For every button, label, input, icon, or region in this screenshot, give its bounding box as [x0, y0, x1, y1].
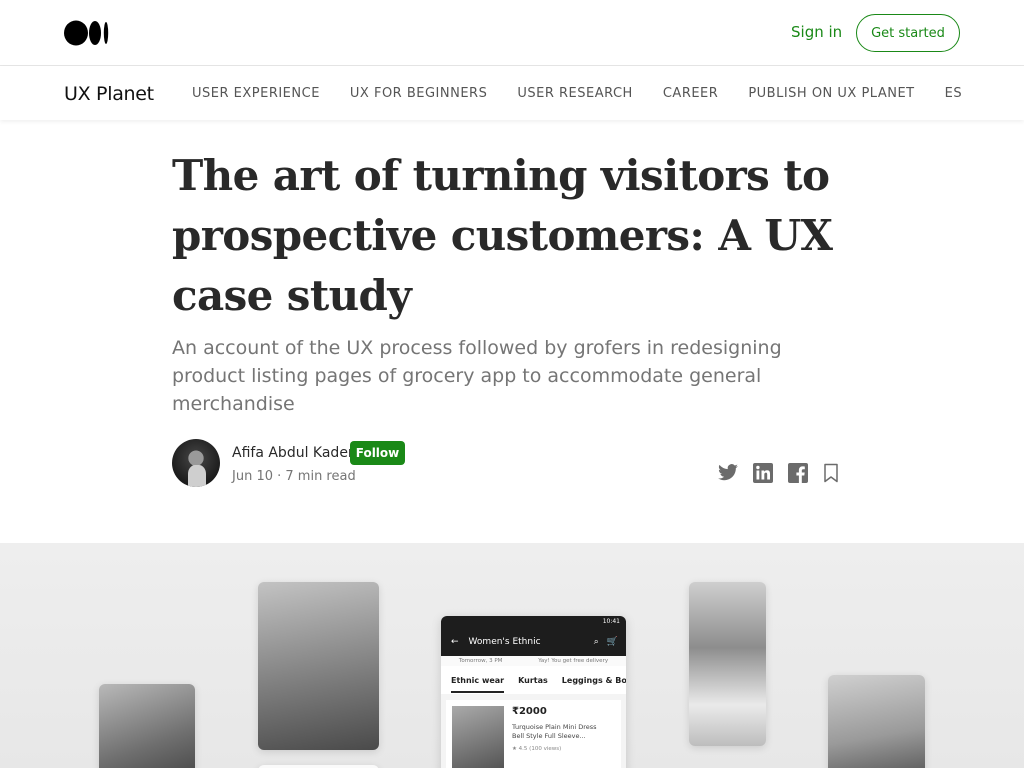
facebook-icon[interactable] [787, 462, 809, 484]
phone-status-bar: 10:41 [441, 616, 626, 628]
nav-item-career[interactable]: CAREER [663, 86, 718, 101]
linkedin-icon[interactable] [752, 462, 774, 484]
product-name: Turquoise Plain Mini Dress Bell Style Fu… [512, 723, 597, 740]
vintage-photo-2 [258, 582, 379, 750]
phone-mockup: 10:41 ← Women's Ethnic ⌕ 🛒 Tomorrow, 3 P… [441, 616, 626, 768]
nav-item-user-experience[interactable]: USER EXPERIENCE [192, 86, 320, 101]
search-icon: ⌕ [593, 637, 599, 647]
product-image [452, 706, 504, 768]
hero-image: 10:41 ← Women's Ethnic ⌕ 🛒 Tomorrow, 3 P… [0, 543, 1024, 768]
phone-tab-kurtas: Kurtas [518, 675, 548, 685]
publication-nav: USER EXPERIENCE UX FOR BEGINNERS USER RE… [192, 86, 992, 101]
get-started-button[interactable]: Get started [856, 14, 960, 52]
article-subtitle: An account of the UX process followed by… [172, 337, 782, 415]
author-avatar[interactable] [172, 439, 220, 487]
article-meta: Jun 10 · 7 min read [232, 469, 356, 484]
delivery-strip: Tomorrow, 3 PM Yay! You get free deliver… [441, 656, 626, 666]
publication-bar: UX Planet USER EXPERIENCE UX FOR BEGINNE… [0, 66, 1024, 120]
bookmark-icon[interactable] [820, 462, 842, 484]
phone-title: Women's Ethnic [468, 637, 541, 647]
back-arrow-icon: ← [451, 637, 459, 647]
follow-button[interactable]: Follow [350, 441, 405, 465]
delivery-time: Tomorrow, 3 PM [458, 658, 503, 664]
product-rating: ★ 4.5 (100 views) [512, 746, 562, 752]
author-name[interactable]: Afifa Abdul Kader [232, 445, 354, 461]
article-title: The art of turning visitors to prospecti… [172, 151, 833, 320]
phone-tabs: Ethnic wear Kurtas Leggings & Bott [441, 666, 626, 694]
vintage-photo-3 [689, 582, 766, 746]
phone-tab-leggings: Leggings & Bott [561, 675, 626, 685]
twitter-icon[interactable] [717, 462, 739, 484]
publication-name[interactable]: UX Planet [64, 83, 154, 105]
nav-item-user-research[interactable]: USER RESEARCH [517, 86, 633, 101]
nav-item-publish[interactable]: PUBLISH ON UX PLANET [748, 86, 914, 101]
cart-icon: 🛒 [606, 637, 618, 647]
top-bar: Sign in Get started [0, 0, 1024, 66]
sign-in-link[interactable]: Sign in [791, 23, 842, 41]
phone-tab-ethnic-wear: Ethnic wear [451, 676, 505, 693]
product-price: ₹2000 [512, 706, 547, 717]
product-card: ₹2000 Turquoise Plain Mini Dress Bell St… [446, 700, 621, 768]
delivery-note: Yay! You get free delivery [538, 658, 609, 664]
phone-app-bar: ← Women's Ethnic ⌕ 🛒 [441, 628, 626, 656]
vintage-photo-4 [828, 675, 925, 768]
nav-item-ux-for-beginners[interactable]: UX FOR BEGINNERS [350, 86, 487, 101]
nav-item-es[interactable]: ES [945, 86, 962, 101]
vintage-photo-1 [99, 684, 195, 768]
medium-logo-icon[interactable] [64, 20, 110, 46]
